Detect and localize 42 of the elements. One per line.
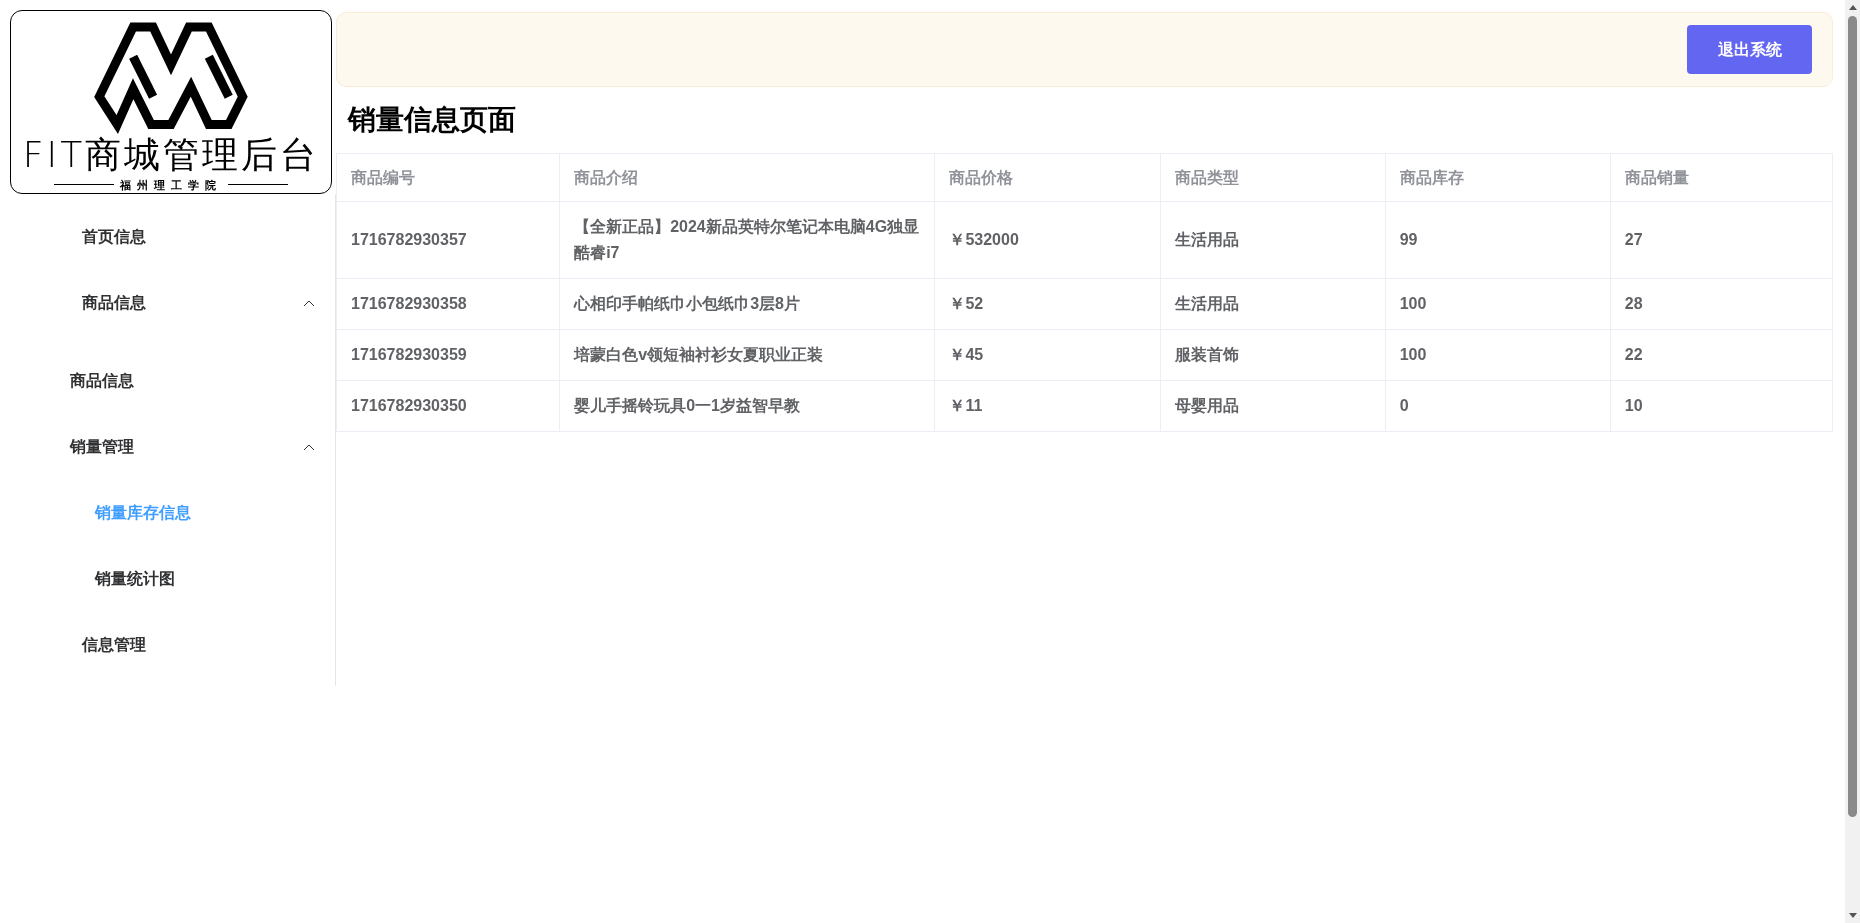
column-header: 商品库存 — [1385, 153, 1611, 202]
column-header: 商品介绍 — [559, 153, 935, 202]
table-cell: 28 — [1610, 278, 1833, 330]
table-cell: 生活用品 — [1160, 278, 1386, 330]
scrollbar-thumb[interactable] — [1848, 16, 1857, 817]
table-cell: 生活用品 — [1160, 201, 1386, 279]
table-cell: 服装首饰 — [1160, 329, 1386, 381]
table-cell: 1716782930358 — [336, 278, 560, 330]
menu-item[interactable]: 销量统计图 — [95, 567, 175, 591]
logo-title: FIT商城管理后台 — [22, 134, 320, 175]
table-cell: 1716782930357 — [336, 201, 560, 279]
table-cell: 母婴用品 — [1160, 380, 1386, 432]
column-header: 商品编号 — [336, 153, 560, 202]
menu-item[interactable]: 首页信息 — [82, 225, 146, 249]
table-cell: 0 — [1385, 380, 1611, 432]
table-cell: 培蒙白色v领短袖衬衫女夏职业正装 — [559, 329, 935, 381]
column-header: 商品类型 — [1160, 153, 1386, 202]
table-cell: 100 — [1385, 278, 1611, 330]
table-cell: 1716782930359 — [336, 329, 560, 381]
logout-button[interactable]: 退出系统 — [1687, 25, 1812, 74]
page-title: 销量信息页面 — [346, 103, 517, 137]
table-cell: 27 — [1610, 201, 1833, 279]
scrollbar[interactable] — [1845, 0, 1860, 923]
table-cell: 心相印手帕纸巾小包纸巾3层8片 — [559, 278, 935, 330]
table-cell: 1716782930350 — [336, 380, 560, 432]
menu-item[interactable]: 商品信息 — [70, 369, 134, 393]
menu-item[interactable]: 销量管理 — [70, 435, 134, 459]
table-cell: 99 — [1385, 201, 1611, 279]
column-header: 商品价格 — [934, 153, 1161, 202]
menu-item[interactable]: 商品信息 — [82, 291, 146, 315]
table-cell: 22 — [1610, 329, 1833, 381]
logo-subtitle: 福州理工学院 — [120, 177, 222, 193]
table-cell: 100 — [1385, 329, 1611, 381]
column-header: 商品销量 — [1610, 153, 1833, 202]
table-cell: 【全新正品】2024新品英特尔笔记本电脑4G独显酷睿i7 — [559, 201, 935, 279]
menu-item[interactable]: 信息管理 — [82, 633, 146, 657]
table-cell: 10 — [1610, 380, 1833, 432]
table-cell: 婴儿手摇铃玩具0一1岁益智早教 — [559, 380, 935, 432]
table-cell: ￥532000 — [934, 201, 1161, 279]
table-cell: ￥45 — [934, 329, 1161, 381]
table-cell: ￥52 — [934, 278, 1161, 330]
table-cell: ￥11 — [934, 380, 1161, 432]
